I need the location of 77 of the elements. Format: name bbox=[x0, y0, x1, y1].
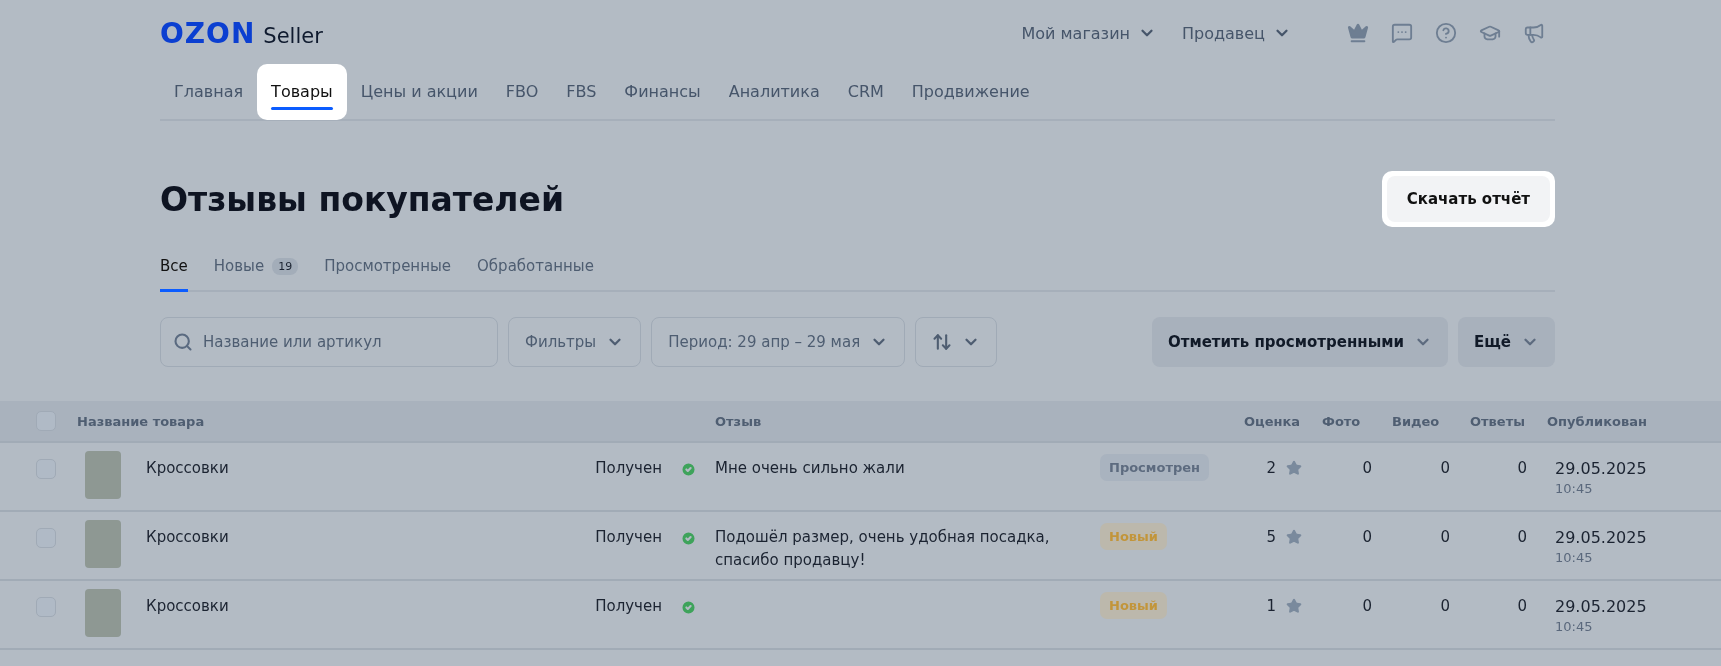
review-text: Мне очень сильно жали bbox=[715, 458, 906, 479]
count-badge: 19 bbox=[272, 257, 299, 275]
action-dropdown[interactable]: Отметить просмотренными bbox=[1151, 317, 1448, 367]
column-header: Видео bbox=[1391, 413, 1441, 429]
publish-time: 10:45 bbox=[1555, 619, 1594, 634]
check-icon bbox=[680, 461, 697, 478]
product-photo bbox=[85, 589, 121, 637]
menu-dropdown[interactable]: Продавец bbox=[1182, 23, 1291, 43]
nav-tab[interactable]: Финансы bbox=[610, 63, 715, 120]
answer-count: 0 bbox=[1516, 597, 1528, 615]
help-icon[interactable] bbox=[1435, 22, 1457, 44]
nav-tab[interactable]: Продвижение bbox=[897, 63, 1044, 120]
nav-tab[interactable]: Главная bbox=[160, 63, 258, 120]
delivery-status: Получен bbox=[594, 528, 663, 546]
nav-tab[interactable]: FBO bbox=[491, 63, 553, 120]
sort-arrows-icon bbox=[932, 332, 953, 352]
check-icon bbox=[680, 599, 697, 616]
review-text: Подошёл размер, очень удобная посадка, спасибо продавцу! bbox=[715, 527, 1051, 571]
rating-value: 2 bbox=[1266, 459, 1276, 477]
status-badge: Новый bbox=[1100, 592, 1167, 619]
column-header: Ответы bbox=[1469, 413, 1526, 429]
action-dropdown[interactable]: Ещё bbox=[1458, 317, 1555, 367]
photo-count: 0 bbox=[1361, 528, 1373, 546]
column-header: Опубликован bbox=[1546, 413, 1648, 429]
column-header: Название товара bbox=[77, 413, 206, 429]
nav-tab[interactable]: Аналитика bbox=[714, 63, 834, 120]
page-title: Отзывы покупателей bbox=[160, 179, 565, 219]
product-name: Кроссовки bbox=[146, 597, 230, 615]
answer-count: 0 bbox=[1516, 459, 1528, 477]
nav-tab[interactable]: CRM bbox=[833, 63, 898, 120]
product-photo bbox=[85, 520, 121, 568]
product-name: Кроссовки bbox=[146, 459, 230, 477]
publish-date: 29.05.2025 bbox=[1555, 528, 1648, 547]
product-name: Кроссовки bbox=[146, 528, 230, 546]
filter-dropdown[interactable]: Период: 29 апр – 29 мая bbox=[651, 317, 906, 367]
logo-wordmark: OZON bbox=[160, 16, 256, 50]
delivery-status: Получен bbox=[594, 459, 663, 477]
star-icon bbox=[1286, 529, 1302, 545]
photo-count: 0 bbox=[1361, 597, 1373, 615]
review-tab[interactable]: Новые 19 bbox=[213, 249, 299, 292]
video-count: 0 bbox=[1439, 597, 1451, 615]
status-badge: Новый bbox=[1100, 523, 1167, 550]
status-badge: Просмотрен bbox=[1100, 454, 1210, 481]
search-icon bbox=[173, 332, 193, 352]
video-count: 0 bbox=[1439, 528, 1451, 546]
publish-date: 29.05.2025 bbox=[1555, 597, 1648, 616]
nav-tab[interactable]: FBS bbox=[552, 63, 611, 120]
photo-count: 0 bbox=[1361, 459, 1373, 477]
nav-tab[interactable]: Цены и акции bbox=[346, 63, 492, 120]
review-tab[interactable]: Обработанные bbox=[477, 249, 594, 292]
publish-date: 29.05.2025 bbox=[1555, 459, 1648, 478]
filter-dropdown[interactable]: Фильтры bbox=[508, 317, 642, 367]
nav-tab[interactable]: Товары bbox=[257, 63, 347, 120]
download-report-button[interactable]: Скачать отчёт bbox=[1386, 176, 1550, 222]
publish-time: 10:45 bbox=[1555, 550, 1594, 565]
star-icon bbox=[1286, 598, 1302, 614]
sort-dropdown[interactable] bbox=[915, 317, 998, 367]
megaphone-icon[interactable] bbox=[1523, 22, 1545, 44]
column-header: Отзыв bbox=[715, 413, 763, 429]
publish-time: 10:45 bbox=[1555, 481, 1594, 496]
review-tab[interactable]: Просмотренные bbox=[324, 249, 452, 292]
crown-icon[interactable] bbox=[1347, 22, 1369, 44]
rating-value: 1 bbox=[1266, 597, 1276, 615]
star-icon bbox=[1286, 460, 1302, 476]
check-icon bbox=[680, 530, 697, 547]
rating-value: 5 bbox=[1266, 528, 1276, 546]
review-tab[interactable]: Все bbox=[160, 249, 188, 292]
answer-count: 0 bbox=[1516, 528, 1528, 546]
logo-label: Seller bbox=[263, 23, 323, 48]
video-count: 0 bbox=[1439, 459, 1451, 477]
column-header: Оценка bbox=[1243, 413, 1302, 429]
column-header: Фото bbox=[1321, 413, 1362, 429]
search-field[interactable]: Название или артикул bbox=[160, 317, 498, 367]
product-photo bbox=[85, 451, 121, 499]
delivery-status: Получен bbox=[594, 597, 663, 615]
menu-dropdown[interactable]: Мой магазин bbox=[1021, 23, 1156, 43]
chat-icon[interactable] bbox=[1391, 22, 1413, 44]
